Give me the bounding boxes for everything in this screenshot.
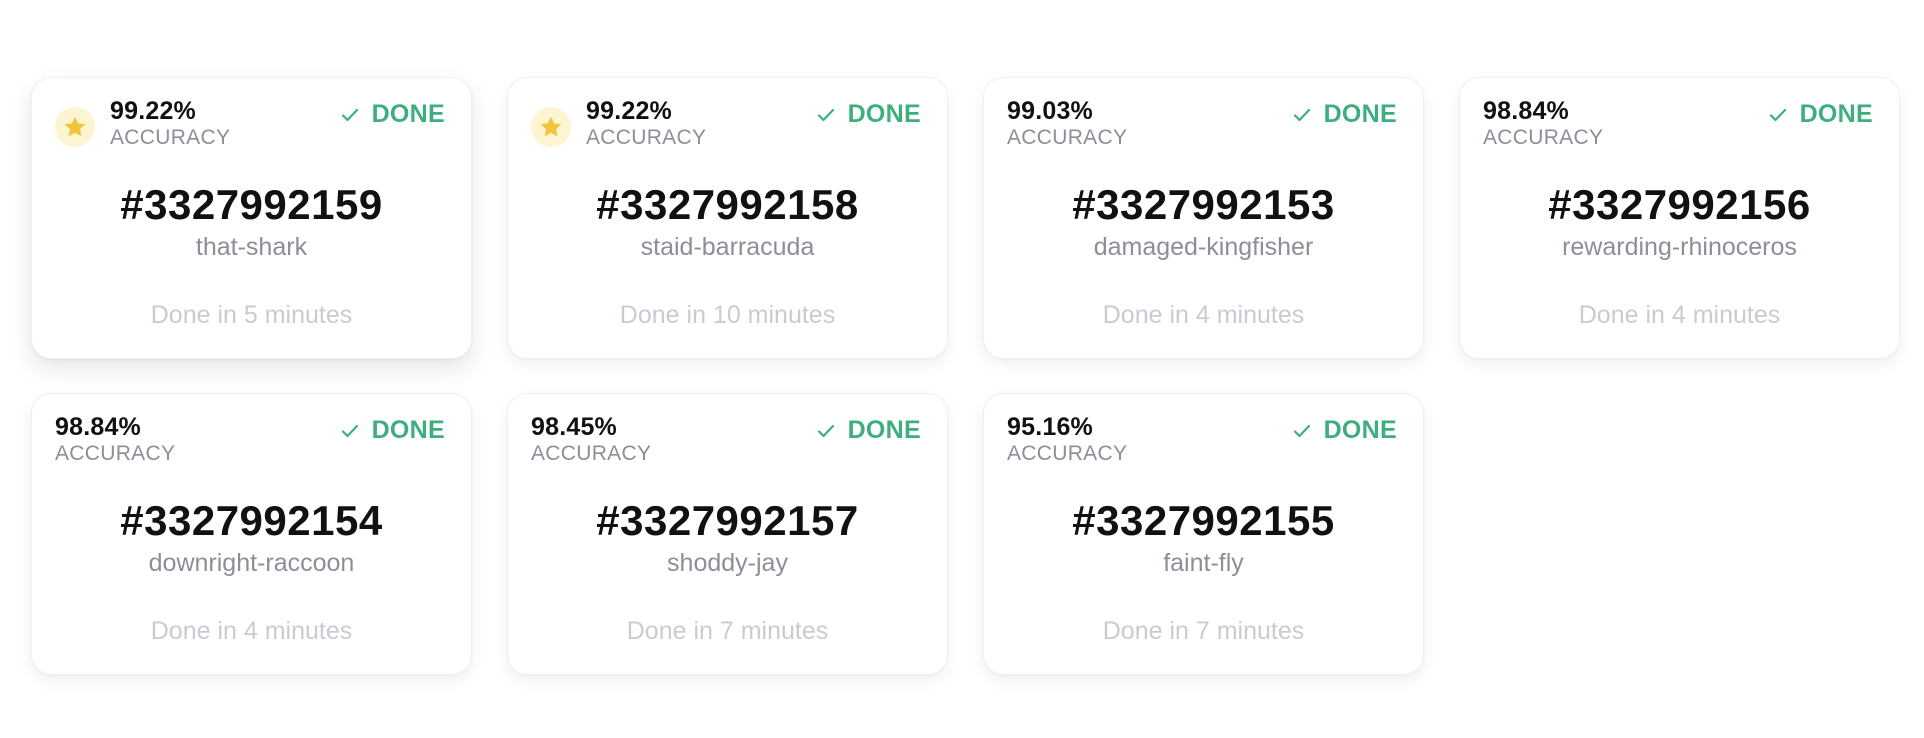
star-icon [531,107,571,147]
run-id: #3327992159 [120,181,383,228]
star-icon [55,107,95,147]
run-id: #3327992156 [1548,181,1811,228]
status-badge: DONE [340,416,445,445]
run-name: rewarding-rhinoceros [1562,233,1797,261]
run-duration: Done in 4 minutes [1102,301,1305,329]
card-header: 99.22% ACCURACY DONE [531,96,921,150]
accuracy-value: 98.45% [531,413,617,441]
accuracy-label: ACCURACY [110,126,231,149]
check-icon [341,108,358,121]
card-header: 99.03% ACCURACY DONE [1007,96,1397,150]
check-icon [817,108,834,121]
accuracy-block: 95.16% ACCURACY [1007,412,1127,466]
accuracy-block: 98.84% ACCURACY [1483,96,1603,150]
accuracy-value: 95.16% [1007,413,1093,441]
status-badge: DONE [1292,416,1397,445]
run-name: that-shark [195,233,308,261]
accuracy-block: 99.03% ACCURACY [1007,96,1127,150]
accuracy-label: ACCURACY [531,442,652,465]
status-badge: DONE [1292,100,1397,129]
accuracy-value: 98.84% [55,413,141,441]
accuracy-label: ACCURACY [1007,126,1128,149]
status-text: DONE [1799,100,1873,128]
card-header: 99.22% ACCURACY DONE [55,96,445,150]
accuracy-value: 99.22% [110,97,196,125]
run-card[interactable]: 95.16% ACCURACY DONE #3327992155 faint-f… [983,393,1424,675]
accuracy-block: 98.45% ACCURACY [531,412,651,466]
run-duration: Done in 5 minutes [150,301,353,329]
run-card[interactable]: 98.84% ACCURACY DONE #3327992156 rewardi… [1459,77,1900,359]
status-text: DONE [847,416,921,444]
status-badge: DONE [816,100,921,129]
run-name: staid-barracuda [640,233,815,261]
accuracy-block: 99.22% ACCURACY [55,96,230,150]
run-name: shoddy-jay [667,549,788,577]
run-name: damaged-kingfisher [1093,233,1314,261]
status-badge: DONE [1768,100,1873,129]
run-duration: Done in 4 minutes [1578,301,1781,329]
status-text: DONE [371,100,445,128]
status-text: DONE [371,416,445,444]
check-icon [341,424,358,437]
run-id: #3327992155 [1072,497,1335,544]
run-card[interactable]: 99.03% ACCURACY DONE #3327992153 damaged… [983,77,1424,359]
accuracy-value: 99.22% [586,97,672,125]
accuracy-value: 98.84% [1483,97,1569,125]
status-text: DONE [847,100,921,128]
status-badge: DONE [816,416,921,445]
check-icon [1293,108,1310,121]
card-header: 98.45% ACCURACY DONE [531,412,921,466]
run-duration: Done in 7 minutes [1102,617,1305,645]
status-text: DONE [1323,416,1397,444]
run-card[interactable]: 98.45% ACCURACY DONE #3327992157 shoddy-… [507,393,948,675]
check-icon [1769,108,1786,121]
accuracy-label: ACCURACY [55,442,176,465]
card-header: 98.84% ACCURACY DONE [1483,96,1873,150]
accuracy-value: 99.03% [1007,97,1093,125]
card-header: 95.16% ACCURACY DONE [1007,412,1397,466]
run-id: #3327992153 [1072,181,1335,228]
status-badge: DONE [340,100,445,129]
accuracy-label: ACCURACY [1483,126,1604,149]
run-name: downright-raccoon [148,549,355,577]
run-card[interactable]: 98.84% ACCURACY DONE #3327992154 downrig… [31,393,472,675]
check-icon [1293,424,1310,437]
run-id: #3327992157 [596,497,859,544]
run-id: #3327992158 [596,181,859,228]
run-name: faint-fly [1163,549,1244,577]
run-duration: Done in 7 minutes [626,617,829,645]
card-header: 98.84% ACCURACY DONE [55,412,445,466]
runs-grid: 99.22% ACCURACY DONE #3327992159 that-sh… [31,77,1900,675]
accuracy-block: 98.84% ACCURACY [55,412,175,466]
accuracy-block: 99.22% ACCURACY [531,96,706,150]
run-card[interactable]: 99.22% ACCURACY DONE #3327992159 that-sh… [31,77,472,359]
run-card[interactable]: 99.22% ACCURACY DONE #3327992158 staid-b… [507,77,948,359]
run-duration: Done in 4 minutes [150,617,353,645]
run-duration: Done in 10 minutes [619,301,836,329]
accuracy-label: ACCURACY [1007,442,1128,465]
check-icon [817,424,834,437]
status-text: DONE [1323,100,1397,128]
run-id: #3327992154 [120,497,383,544]
accuracy-label: ACCURACY [586,126,707,149]
